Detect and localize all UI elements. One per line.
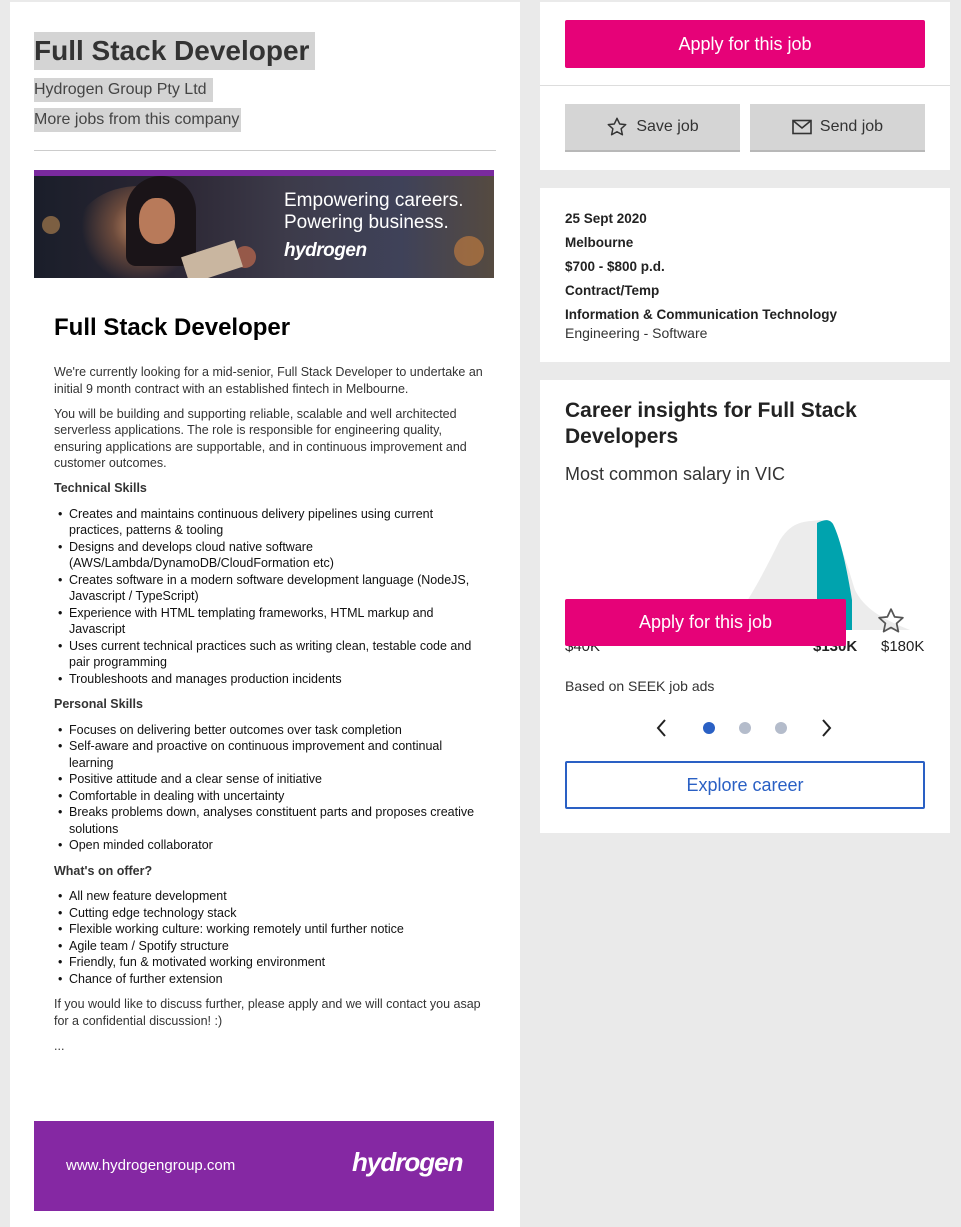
personal-skills-heading: Personal Skills: [54, 697, 143, 711]
footer-banner: www.hydrogengroup.com hydrogen: [34, 1121, 494, 1211]
list-item: Creates software in a modern software de…: [54, 572, 484, 605]
technical-skills-list: Creates and maintains continuous deliver…: [54, 506, 484, 688]
job-salary: $700 - $800 p.d.: [565, 259, 665, 274]
star-icon: [607, 117, 627, 136]
job-details-card: 25 Sept 2020 Melbourne $700 - $800 p.d. …: [540, 188, 950, 362]
save-job-label: Save job: [636, 118, 699, 135]
list-item: Experience with HTML templating framewor…: [54, 605, 484, 638]
actions-divider: [540, 85, 950, 86]
banner-bokeh: [42, 216, 60, 234]
ad-title: Full Stack Developer: [54, 314, 291, 341]
pager-dot[interactable]: [775, 722, 787, 734]
job-title: Full Stack Developer: [34, 32, 316, 70]
banner-tagline-2: Powering business.: [284, 212, 449, 233]
list-item: Comfortable in dealing with uncertainty: [54, 788, 484, 805]
star-icon[interactable]: [876, 606, 906, 636]
career-insights-card: Career insights for Full Stack Developer…: [540, 380, 950, 833]
listing-date: 25 Sept 2020: [565, 211, 647, 226]
chevron-right-icon[interactable]: [818, 716, 834, 740]
ad-closing-paragraph: If you would like to discuss further, pl…: [54, 997, 481, 1028]
explore-career-button[interactable]: Explore career: [565, 761, 925, 809]
send-job-button[interactable]: Send job: [750, 104, 925, 152]
mail-icon: [792, 119, 812, 135]
list-item: All new feature development: [54, 888, 484, 905]
footer-logo: hydrogen: [352, 1147, 463, 1177]
list-item: Uses current technical practices such as…: [54, 638, 484, 671]
technical-skills-heading: Technical Skills: [54, 481, 147, 495]
floating-apply-button[interactable]: Apply for this job: [565, 599, 846, 646]
list-item: Breaks problems down, analyses constitue…: [54, 804, 484, 837]
offer-list: All new feature development Cutting edge…: [54, 888, 484, 987]
pager-dot-active[interactable]: [703, 722, 715, 734]
list-item: Designs and develops cloud native softwa…: [54, 539, 484, 572]
insights-title: Career insights for Full Stack Developer…: [565, 399, 857, 448]
insights-subtitle: Most common salary in VIC: [565, 464, 786, 484]
list-item: Self-aware and proactive on continuous i…: [54, 738, 484, 771]
save-job-button[interactable]: Save job: [565, 104, 740, 152]
ad-ellipsis: ...: [54, 1038, 65, 1053]
job-classification: Information & Communication Technology: [565, 307, 837, 322]
chevron-left-icon[interactable]: [654, 716, 670, 740]
offer-heading: What's on offer?: [54, 863, 153, 878]
list-item: Chance of further extension: [54, 971, 484, 988]
job-location: Melbourne: [565, 235, 634, 250]
ad-body: We're currently looking for a mid-senior…: [54, 364, 484, 1063]
list-item: Agile team / Spotify structure: [54, 938, 484, 955]
ad-intro-paragraph: You will be building and supporting reli…: [54, 406, 467, 471]
personal-skills-list: Focuses on delivering better outcomes ov…: [54, 722, 484, 854]
send-job-label: Send job: [819, 118, 884, 135]
pager-dot[interactable]: [739, 722, 751, 734]
job-sub-classification: Engineering - Software: [565, 325, 708, 341]
banner-tagline-1: Empowering careers.: [284, 190, 464, 211]
banner-bokeh: [454, 236, 484, 266]
ad-intro-paragraph: We're currently looking for a mid-senior…: [54, 365, 483, 396]
company-banner: Empowering careers. Powering business. h…: [34, 170, 494, 278]
list-item: Creates and maintains continuous deliver…: [54, 506, 484, 539]
list-item: Flexible working culture: working remote…: [54, 921, 484, 938]
list-item: Focuses on delivering better outcomes ov…: [54, 722, 484, 739]
banner-logo: hydrogen: [284, 240, 367, 261]
job-detail-panel: Full Stack Developer Hydrogen Group Pty …: [10, 2, 520, 1227]
list-item: Positive attitude and a clear sense of i…: [54, 771, 484, 788]
banner-person-face: [139, 198, 175, 244]
list-item: Cutting edge technology stack: [54, 905, 484, 922]
company-link[interactable]: Hydrogen Group Pty Ltd: [34, 78, 213, 102]
apply-button[interactable]: Apply for this job: [565, 20, 925, 68]
header-divider: [34, 150, 496, 151]
list-item: Open minded collaborator: [54, 837, 484, 854]
more-jobs-link[interactable]: More jobs from this company: [34, 108, 242, 132]
list-item: Friendly, fun & motivated working enviro…: [54, 954, 484, 971]
insights-source-note: Based on SEEK job ads: [565, 678, 715, 694]
actions-card: Apply for this job Save job Send job: [540, 2, 950, 170]
footer-url: www.hydrogengroup.com: [66, 1157, 236, 1174]
list-item: Troubleshoots and manages production inc…: [54, 671, 484, 688]
work-type: Contract/Temp: [565, 283, 660, 298]
salary-axis-high-label: $180K: [881, 638, 925, 655]
